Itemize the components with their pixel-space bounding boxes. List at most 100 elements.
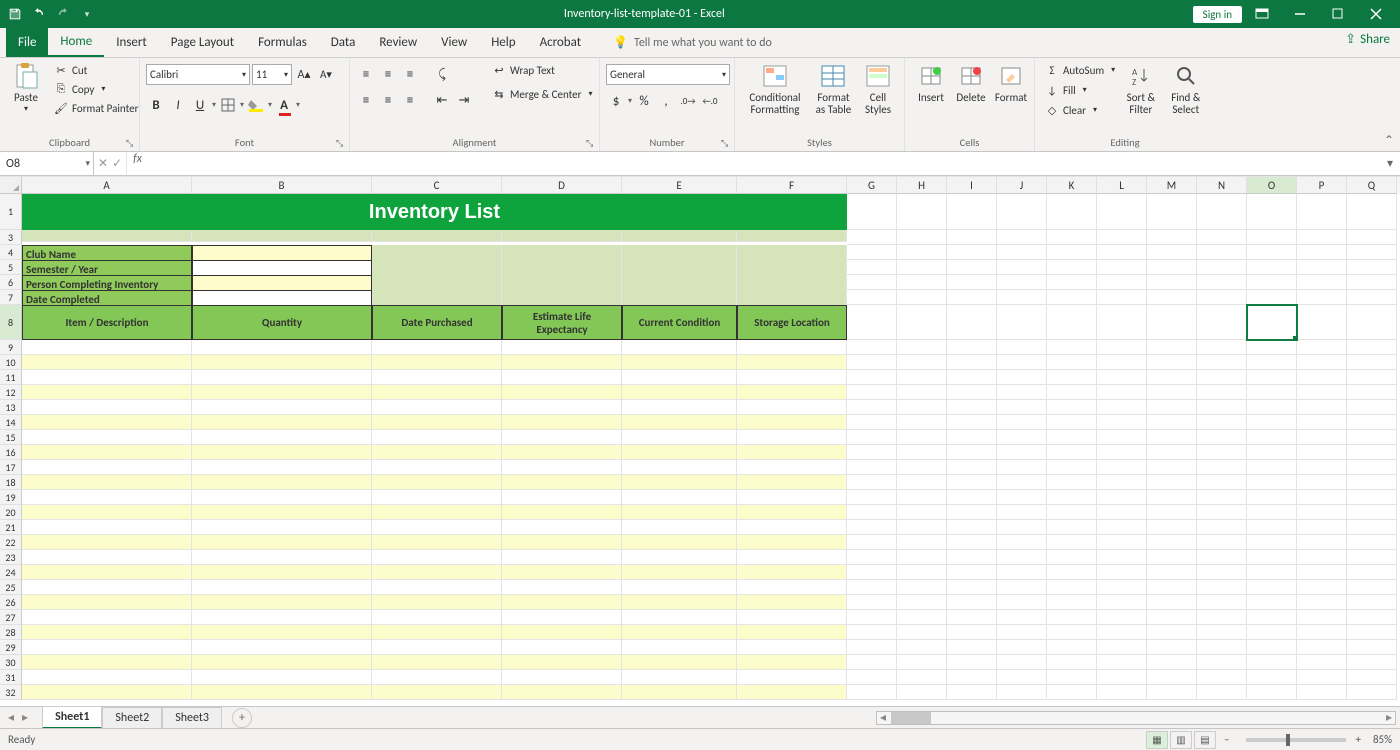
cell[interactable] xyxy=(22,610,192,625)
col-header[interactable]: A xyxy=(22,177,192,194)
cell[interactable] xyxy=(1197,475,1247,490)
cell[interactable] xyxy=(997,415,1047,430)
sheet-tab-1[interactable]: Sheet1 xyxy=(42,706,102,729)
cell[interactable] xyxy=(1347,415,1397,430)
cell[interactable] xyxy=(372,640,502,655)
cell[interactable] xyxy=(502,490,622,505)
cell[interactable] xyxy=(997,655,1047,670)
cell[interactable] xyxy=(1247,595,1297,610)
tab-review[interactable]: Review xyxy=(367,28,429,57)
cell[interactable] xyxy=(1097,260,1147,275)
cell[interactable] xyxy=(1047,400,1097,415)
cell[interactable] xyxy=(847,460,897,475)
cell[interactable] xyxy=(1097,685,1147,700)
cell[interactable] xyxy=(192,475,372,490)
prev-sheet-icon[interactable]: ◂ xyxy=(8,710,14,725)
cell[interactable] xyxy=(847,550,897,565)
cell[interactable] xyxy=(622,655,737,670)
cell[interactable] xyxy=(1297,655,1347,670)
cell[interactable] xyxy=(1297,230,1347,245)
cell[interactable] xyxy=(22,445,192,460)
cell[interactable] xyxy=(502,520,622,535)
cell[interactable] xyxy=(1247,305,1297,340)
cell[interactable] xyxy=(372,355,502,370)
row-header[interactable]: 18 xyxy=(0,475,22,490)
cell[interactable] xyxy=(737,610,847,625)
cell[interactable] xyxy=(897,610,947,625)
cell[interactable] xyxy=(502,415,622,430)
cell[interactable] xyxy=(997,340,1047,355)
cell[interactable] xyxy=(1047,194,1097,230)
col-header[interactable]: G xyxy=(847,177,897,194)
cell[interactable] xyxy=(1197,194,1247,230)
cell[interactable] xyxy=(897,565,947,580)
save-icon[interactable] xyxy=(6,5,24,23)
orientation-button[interactable]: ⤹ xyxy=(432,64,452,84)
cell[interactable] xyxy=(947,445,997,460)
cell[interactable] xyxy=(847,580,897,595)
wrap-text-button[interactable]: ↩Wrap Text xyxy=(488,62,597,78)
horizontal-scrollbar[interactable]: ◂▸ xyxy=(876,711,1396,725)
copy-button[interactable]: ⎘Copy▾ xyxy=(50,81,142,97)
cell[interactable] xyxy=(502,460,622,475)
cell[interactable] xyxy=(622,370,737,385)
cell[interactable] xyxy=(1147,230,1197,245)
cell[interactable] xyxy=(192,595,372,610)
cell[interactable] xyxy=(737,655,847,670)
cell[interactable] xyxy=(997,685,1047,700)
cell[interactable] xyxy=(897,415,947,430)
cell[interactable] xyxy=(847,655,897,670)
cell[interactable] xyxy=(1297,430,1347,445)
cell[interactable] xyxy=(847,355,897,370)
tab-page-layout[interactable]: Page Layout xyxy=(159,28,246,57)
cell[interactable] xyxy=(897,400,947,415)
row-header[interactable]: 1 xyxy=(0,194,22,230)
cell[interactable] xyxy=(1047,430,1097,445)
cell[interactable] xyxy=(997,625,1047,640)
page-layout-view-button[interactable]: ▥ xyxy=(1170,731,1192,749)
cell[interactable] xyxy=(1097,490,1147,505)
cell[interactable] xyxy=(997,475,1047,490)
maximize-icon[interactable] xyxy=(1320,2,1356,26)
underline-button[interactable]: U xyxy=(190,95,210,115)
cell[interactable] xyxy=(947,340,997,355)
cell[interactable] xyxy=(847,490,897,505)
cell[interactable] xyxy=(847,535,897,550)
cell[interactable] xyxy=(897,194,947,230)
cell[interactable]: Estimate Life Expectancy xyxy=(502,305,622,340)
qat-customize-icon[interactable]: ▾ xyxy=(78,5,96,23)
cell[interactable] xyxy=(737,625,847,640)
cell[interactable] xyxy=(1047,290,1097,305)
cell[interactable] xyxy=(1197,460,1247,475)
spreadsheet-grid[interactable]: A B C D E F G H I J K L M N O P Q 1Inven… xyxy=(0,176,1400,708)
row-header[interactable]: 19 xyxy=(0,490,22,505)
cell[interactable] xyxy=(1147,194,1197,230)
cell[interactable] xyxy=(622,685,737,700)
number-dialog-launcher[interactable]: ⤡ xyxy=(721,138,731,148)
cell[interactable] xyxy=(192,400,372,415)
cell[interactable] xyxy=(1347,460,1397,475)
cell[interactable] xyxy=(372,520,502,535)
font-dialog-launcher[interactable]: ⤡ xyxy=(336,138,346,148)
cell[interactable] xyxy=(1247,640,1297,655)
row-header[interactable]: 30 xyxy=(0,655,22,670)
normal-view-button[interactable]: ▦ xyxy=(1146,731,1168,749)
cell[interactable] xyxy=(997,460,1047,475)
cell[interactable] xyxy=(192,415,372,430)
autosum-button[interactable]: ΣAutoSum▾ xyxy=(1041,62,1119,78)
cell[interactable] xyxy=(1047,685,1097,700)
cell[interactable] xyxy=(1347,490,1397,505)
cell[interactable] xyxy=(1197,685,1247,700)
row-header[interactable]: 29 xyxy=(0,640,22,655)
cell[interactable] xyxy=(502,565,622,580)
cell[interactable] xyxy=(1247,625,1297,640)
cell[interactable] xyxy=(1297,445,1347,460)
cell[interactable] xyxy=(847,340,897,355)
cell[interactable] xyxy=(1147,340,1197,355)
cell[interactable] xyxy=(1097,245,1147,260)
tab-acrobat[interactable]: Acrobat xyxy=(528,28,594,57)
cell[interactable] xyxy=(1197,565,1247,580)
cell[interactable] xyxy=(192,370,372,385)
cell[interactable] xyxy=(1347,445,1397,460)
cell[interactable] xyxy=(502,475,622,490)
